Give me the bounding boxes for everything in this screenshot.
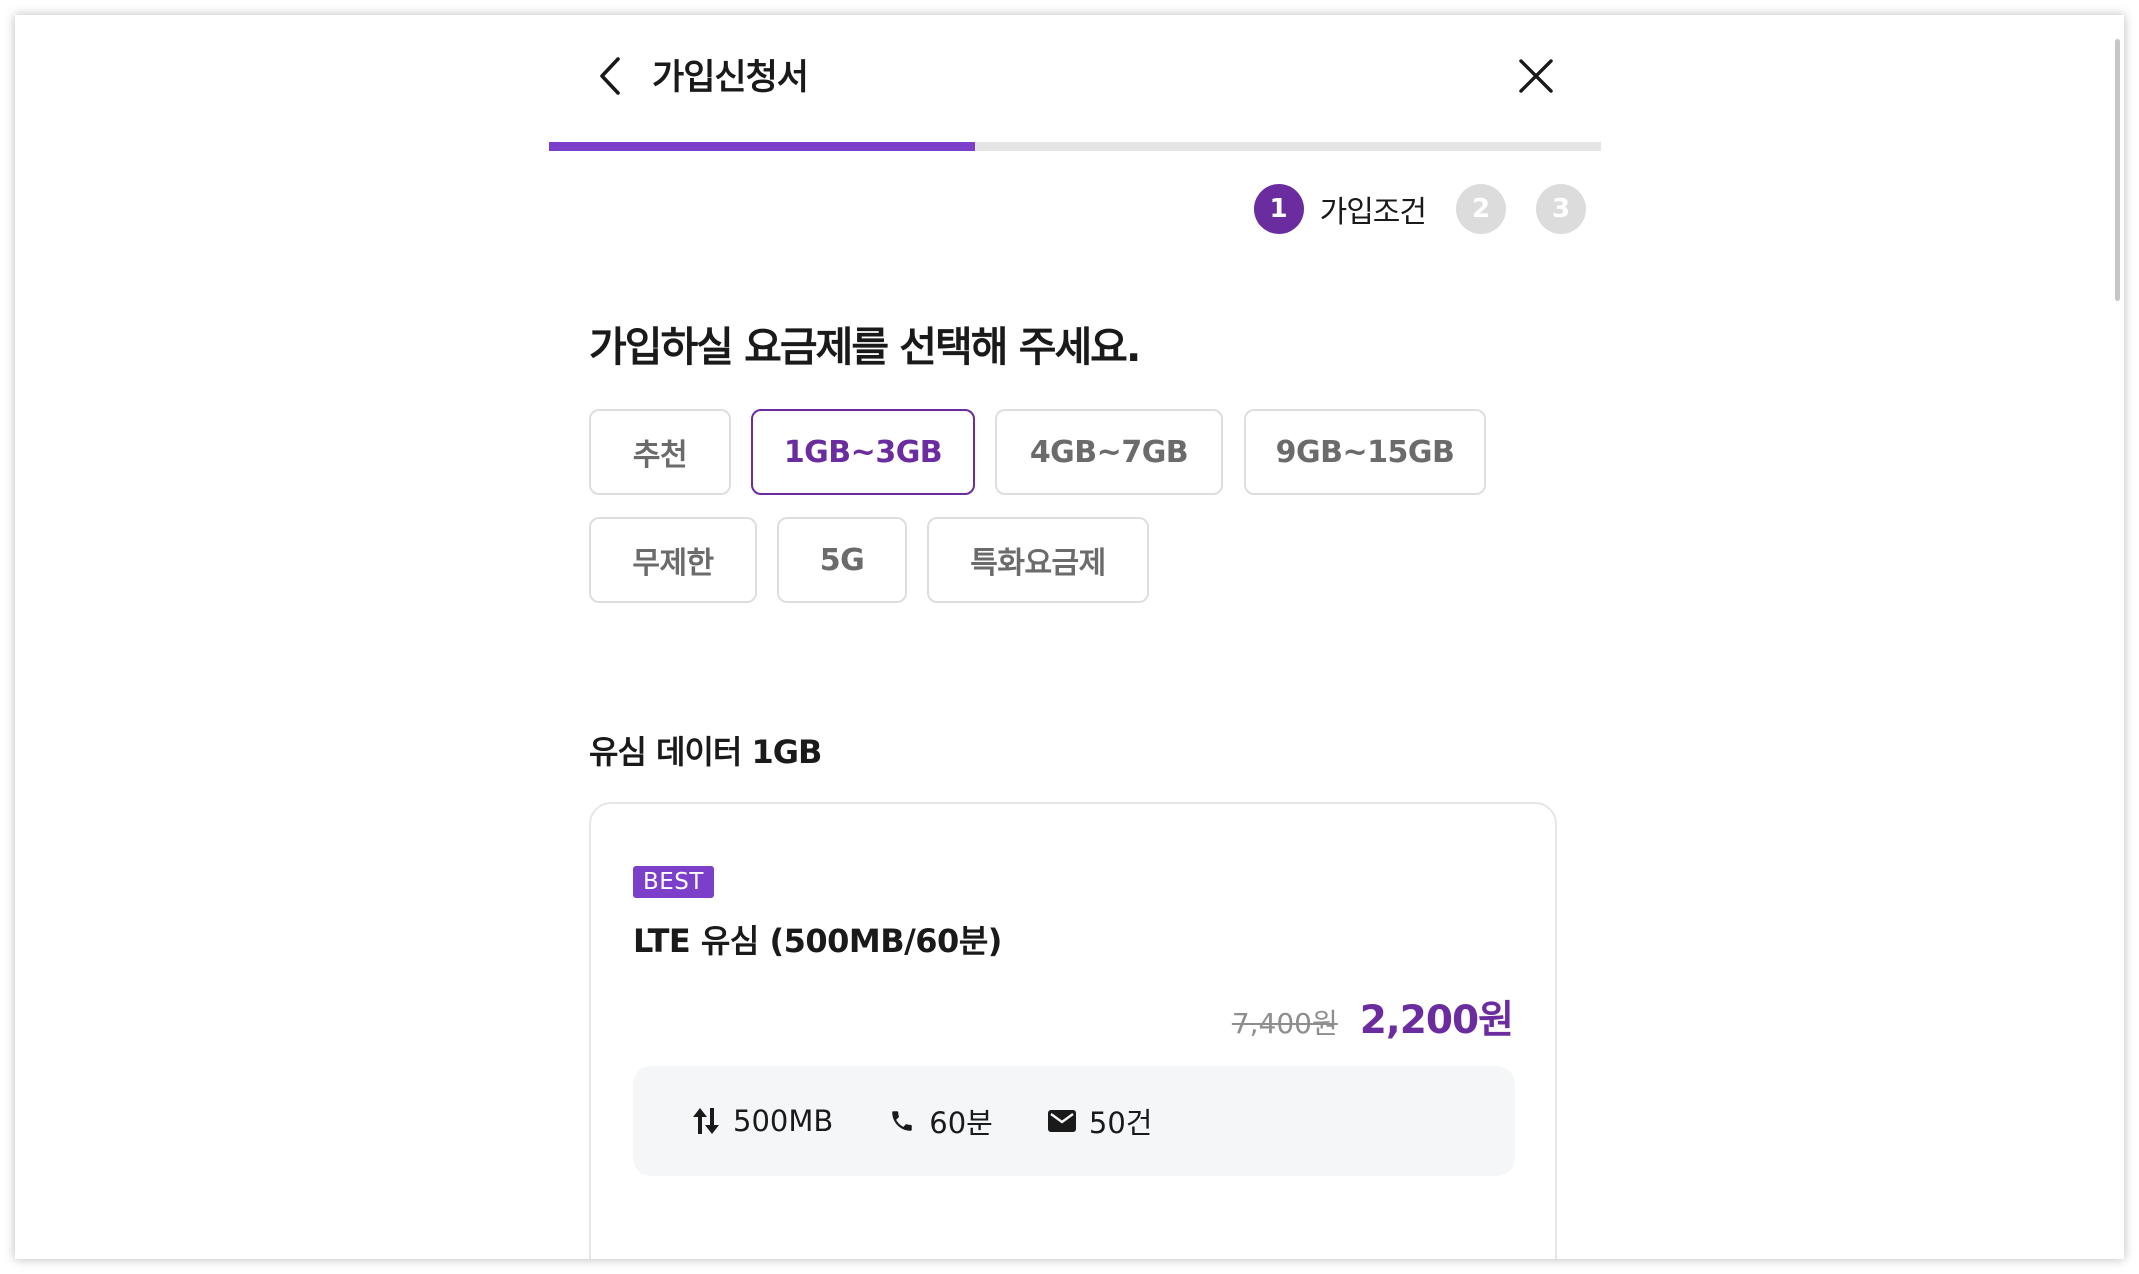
step-3-circle: 3 <box>1536 184 1586 234</box>
scrollbar[interactable] <box>2115 39 2120 301</box>
progress-bar-fill <box>549 142 976 151</box>
plan-name: LTE 유심 (500MB/60분) <box>633 922 1002 960</box>
feature-data-text: 500MB <box>733 1104 834 1138</box>
mail-icon <box>1047 1106 1077 1136</box>
filter-chip-4gb-7gb[interactable]: 4GB~7GB <box>995 409 1223 495</box>
feature-data: 500MB <box>691 1104 833 1138</box>
close-button[interactable] <box>1513 55 1559 101</box>
phone-icon <box>887 1106 917 1136</box>
best-badge: BEST <box>633 866 714 898</box>
header: 가입신청서 <box>549 35 1601 117</box>
app-window: 가입신청서 1 가입조건 2 3 가입하실 요금제를 선택해 주세요. 추천 1… <box>15 15 2124 1259</box>
chevron-left-icon <box>599 56 621 100</box>
filter-chip-unlimited[interactable]: 무제한 <box>589 517 757 603</box>
step-1-label: 가입조건 <box>1319 195 1427 230</box>
filter-chip-recommended[interactable]: 추천 <box>589 409 731 495</box>
feature-voice: 60분 <box>887 1100 993 1142</box>
section-heading: 가입하실 요금제를 선택해 주세요. <box>589 323 1141 371</box>
plan-features: 500MB 60분 50건 <box>633 1066 1515 1176</box>
filter-chip-1gb-3gb[interactable]: 1GB~3GB <box>751 409 975 495</box>
step-indicator: 1 가입조건 2 3 <box>1253 183 1586 235</box>
plan-card[interactable]: BEST LTE 유심 (500MB/60분) 7,400원 2,200원 50… <box>589 802 1557 1259</box>
filter-chip-special-plans[interactable]: 특화요금제 <box>927 517 1149 603</box>
page-title: 가입신청서 <box>652 58 809 98</box>
progress-bar <box>549 142 1601 151</box>
back-button[interactable] <box>593 55 627 101</box>
plan-group-title: 유심 데이터 1GB <box>589 733 822 771</box>
close-icon <box>1518 58 1554 98</box>
feature-voice-text: 60분 <box>929 1106 993 1140</box>
feature-sms-text: 50건 <box>1088 1106 1153 1140</box>
filter-chip-5g[interactable]: 5G <box>777 517 907 603</box>
original-price: 7,400원 <box>1231 1007 1338 1040</box>
price-row: 7,400원 2,200원 <box>1231 989 1514 1045</box>
filter-chip-9gb-15gb[interactable]: 9GB~15GB <box>1244 409 1486 495</box>
feature-sms: 50건 <box>1047 1100 1153 1142</box>
step-2-circle: 2 <box>1456 184 1506 234</box>
sale-price: 2,200원 <box>1359 998 1514 1043</box>
step-1-circle: 1 <box>1253 184 1304 234</box>
data-transfer-icon <box>691 1106 721 1136</box>
